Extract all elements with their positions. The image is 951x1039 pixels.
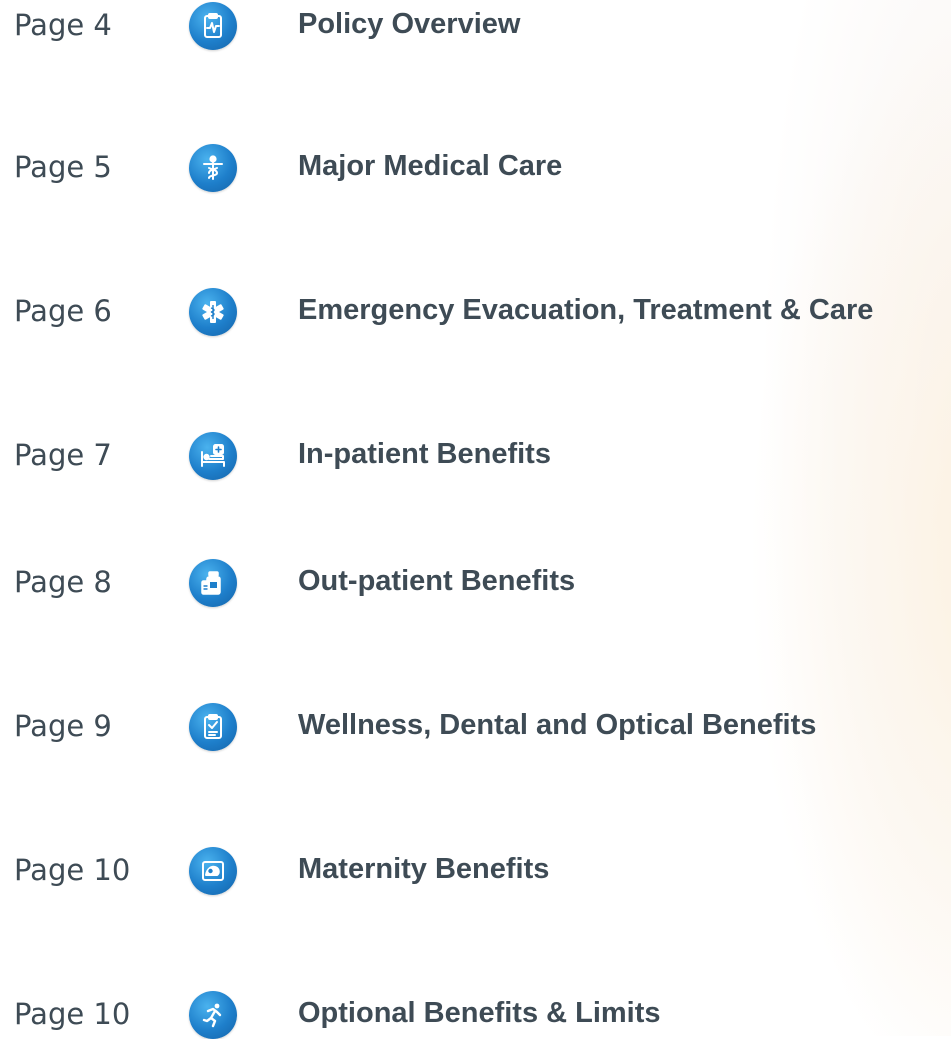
toc-entry-maternity-benefits[interactable]: Page 10 Maternity Benefits — [0, 845, 951, 895]
section-title: Major Medical Care — [298, 150, 563, 182]
toc-entry-optional-benefits[interactable]: Page 10 Optional Benefits & Limits — [0, 989, 951, 1039]
toc-entry-emergency-evacuation[interactable]: Page 6 Emergency Evacuation, Treatment &… — [0, 286, 951, 336]
ultrasound-baby-icon — [189, 847, 237, 895]
running-person-icon — [189, 991, 237, 1039]
section-title: Emergency Evacuation, Treatment & Care — [298, 294, 874, 326]
page-number: Page 10 — [14, 853, 131, 887]
clipboard-heartbeat-icon — [189, 2, 237, 50]
section-title: Optional Benefits & Limits — [298, 997, 661, 1029]
clipboard-check-icon — [189, 703, 237, 751]
toc-entry-major-medical-care[interactable]: Page 5 Major Medical Care — [0, 142, 951, 192]
page-number: Page 10 — [14, 997, 131, 1031]
page-number: Page 5 — [14, 150, 112, 184]
toc-entry-in-patient-benefits[interactable]: Page 7 In-patient Benefits — [0, 430, 951, 480]
section-title: Wellness, Dental and Optical Benefits — [298, 709, 817, 741]
toc-entry-policy-overview[interactable]: Page 4 Policy Overview — [0, 0, 951, 50]
toc-entry-out-patient-benefits[interactable]: Page 8 Out-patient Benefits — [0, 557, 951, 607]
section-title: Maternity Benefits — [298, 853, 550, 885]
table-of-contents: Page 4 Policy Overview Page 5 Major Medi… — [0, 0, 951, 1039]
hospital-bed-icon — [189, 432, 237, 480]
page-number: Page 6 — [14, 294, 112, 328]
section-title: In-patient Benefits — [298, 438, 551, 470]
page-number: Page 8 — [14, 565, 112, 599]
star-of-life-icon — [189, 288, 237, 336]
page-number: Page 7 — [14, 438, 112, 472]
section-title: Out-patient Benefits — [298, 565, 576, 597]
page-number: Page 4 — [14, 8, 112, 42]
page-number: Page 9 — [14, 709, 112, 743]
section-title: Policy Overview — [298, 8, 521, 40]
toc-entry-wellness-dental-optical[interactable]: Page 9 Wellness, Dental and Optical Bene… — [0, 701, 951, 751]
medicine-bottles-icon — [189, 559, 237, 607]
caduceus-person-icon — [189, 144, 237, 192]
